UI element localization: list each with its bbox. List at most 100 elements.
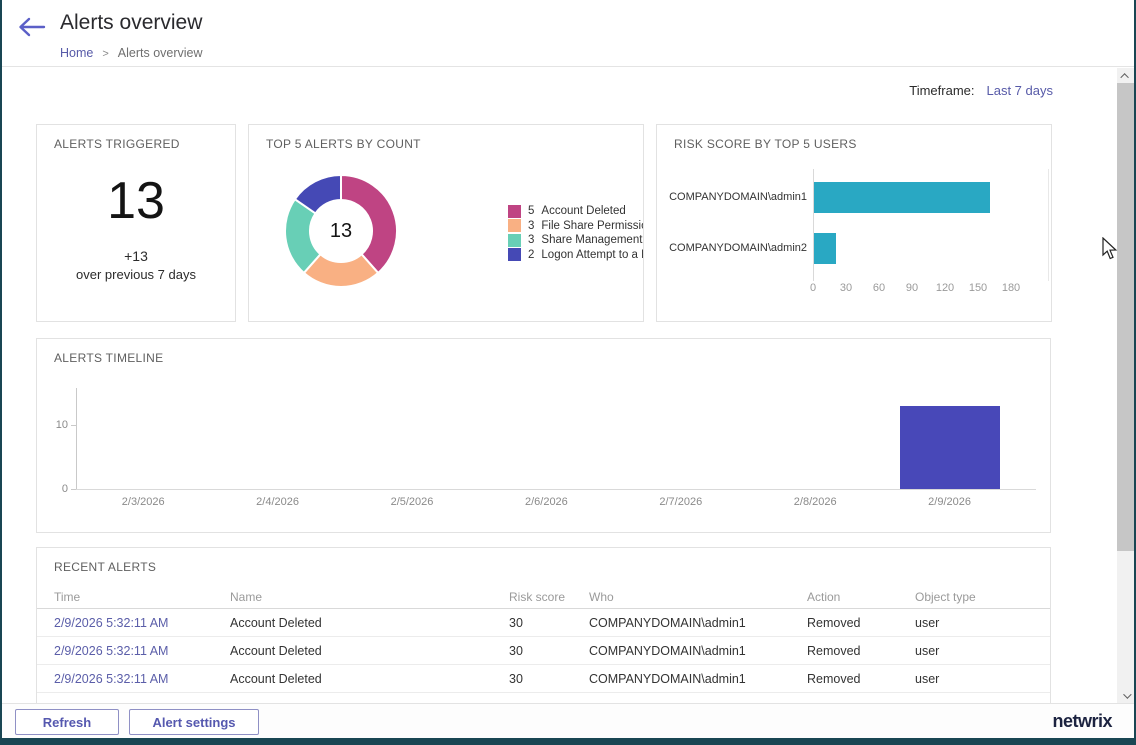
legend-swatch-icon — [508, 205, 521, 218]
legend-swatch-icon — [508, 234, 521, 247]
legend-count: 5 — [528, 205, 534, 217]
alerts-timeline-title: ALERTS TIMELINE — [54, 351, 163, 365]
table-header-cell: Risk score — [509, 590, 589, 604]
table-cell: Removed — [807, 644, 915, 658]
risk-category-label: COMPANYDOMAIN\admin2 — [667, 242, 807, 254]
window-bottom-edge — [0, 738, 1136, 745]
timeline-date-label: 2/9/2026 — [928, 496, 971, 508]
top-alerts-title: TOP 5 ALERTS BY COUNT — [266, 137, 421, 151]
legend-label: Logon Attempt to a Disabled Account — [541, 249, 644, 261]
legend-swatch-icon — [508, 248, 521, 261]
table-cell: COMPANYDOMAIN\admin1 — [589, 616, 807, 630]
table-cell: Account Deleted — [230, 644, 509, 658]
chevron-up-icon — [1120, 73, 1128, 81]
timeline-ytick-label: 10 — [38, 419, 68, 431]
refresh-button[interactable]: Refresh — [15, 709, 119, 735]
vertical-scrollbar[interactable] — [1117, 68, 1134, 703]
chevron-down-icon — [1123, 690, 1131, 698]
table-cell: COMPANYDOMAIN\admin1 — [589, 644, 807, 658]
timeline-date-label: 2/7/2026 — [659, 496, 702, 508]
recent-alerts-table: TimeNameRisk scoreWhoActionObject type2/… — [37, 585, 1050, 693]
table-header-cell: Name — [230, 590, 509, 604]
table-cell: COMPANYDOMAIN\admin1 — [589, 672, 807, 686]
scrollbar-down-arrow[interactable] — [1117, 688, 1134, 703]
risk-bar — [814, 233, 836, 264]
legend-count: 3 — [528, 234, 534, 246]
donut-center-label: 13 — [311, 220, 371, 243]
table-cell: Account Deleted — [230, 616, 509, 630]
risk-chart-boundary — [1048, 169, 1049, 281]
legend-count: 3 — [528, 220, 534, 232]
table-header-cell: Action — [807, 590, 915, 604]
scrollbar-up-arrow[interactable] — [1117, 68, 1134, 83]
legend-label: File Share Permissions Changed — [541, 220, 644, 232]
window-frame-left — [0, 0, 2, 745]
table-cell-time-link[interactable]: 2/9/2026 5:32:11 AM — [54, 616, 230, 630]
risk-axis-tick-label: 150 — [969, 282, 987, 294]
table-cell: user — [915, 672, 1033, 686]
legend-item: 3 Share Management on File Server — [508, 233, 644, 248]
table-cell: 30 — [509, 616, 589, 630]
legend-item: 2 Logon Attempt to a Disabled Account — [508, 248, 644, 263]
timeline-date-label: 2/4/2026 — [256, 496, 299, 508]
alert-settings-button[interactable]: Alert settings — [129, 709, 259, 735]
alerts-triggered-delta: +13 — [37, 248, 235, 264]
risk-axis-tick-label: 90 — [906, 282, 918, 294]
recent-alerts-title: RECENT ALERTS — [54, 560, 156, 574]
scrollbar-thumb[interactable] — [1117, 83, 1134, 551]
risk-axis-tick-label: 0 — [810, 282, 816, 294]
table-row: 2/9/2026 5:32:11 AMAccount Deleted30COMP… — [37, 609, 1050, 637]
table-cell-time-link[interactable]: 2/9/2026 5:32:11 AM — [54, 672, 230, 686]
table-cell: Removed — [807, 672, 915, 686]
timeframe-value-link[interactable]: Last 7 days — [987, 83, 1054, 98]
table-header-cell: Time — [54, 590, 230, 604]
table-header-cell: Object type — [915, 590, 1033, 604]
legend-item: 3 File Share Permissions Changed — [508, 219, 644, 234]
table-cell: Removed — [807, 616, 915, 630]
alerts-triggered-delta-caption: over previous 7 days — [37, 267, 235, 282]
legend-label: Share Management on File Server — [541, 234, 644, 246]
alerts-triggered-card: ALERTS TRIGGERED 13 +13 over previous 7 … — [36, 124, 236, 322]
back-arrow-icon[interactable] — [16, 14, 46, 40]
timeline-bar — [900, 406, 1000, 489]
timeframe: Timeframe: Last 7 days — [909, 83, 1053, 98]
risk-axis-tick-label: 60 — [873, 282, 885, 294]
legend-swatch-icon — [508, 219, 521, 232]
risk-category-label: COMPANYDOMAIN\admin1 — [667, 191, 807, 203]
top-alerts-card: TOP 5 ALERTS BY COUNT 13 5Account Delete… — [248, 124, 644, 322]
timeline-y-axis — [76, 388, 77, 490]
table-cell: user — [915, 616, 1033, 630]
netwrix-logo: netwrix — [1052, 711, 1112, 732]
risk-bar — [814, 182, 990, 213]
breadcrumb-current: Alerts overview — [118, 46, 203, 60]
risk-score-title: RISK SCORE BY TOP 5 USERS — [674, 137, 857, 151]
table-cell-time-link[interactable]: 2/9/2026 5:32:11 AM — [54, 644, 230, 658]
table-row: 2/9/2026 5:32:11 AMAccount Deleted30COMP… — [37, 637, 1050, 665]
timeframe-label: Timeframe: — [909, 83, 974, 98]
risk-score-card: RISK SCORE BY TOP 5 USERS COMPANYDOMAIN\… — [656, 124, 1052, 322]
risk-axis-tick-label: 120 — [936, 282, 954, 294]
timeline-date-label: 2/8/2026 — [794, 496, 837, 508]
recent-alerts-card: RECENT ALERTS TimeNameRisk scoreWhoActio… — [36, 547, 1051, 703]
alerts-triggered-count: 13 — [37, 171, 235, 231]
table-row: 2/9/2026 5:32:11 AMAccount Deleted30COMP… — [37, 665, 1050, 693]
table-cell: 30 — [509, 672, 589, 686]
table-header-row: TimeNameRisk scoreWhoActionObject type — [37, 585, 1050, 609]
table-header-cell: Who — [589, 590, 807, 604]
risk-axis-tick-label: 30 — [840, 282, 852, 294]
header: Alerts overview Home > Alerts overview — [2, 0, 1134, 67]
timeline-ytick-label: 0 — [38, 483, 68, 495]
table-cell: Account Deleted — [230, 672, 509, 686]
timeline-date-label: 2/5/2026 — [391, 496, 434, 508]
timeline-ytick-mark — [71, 425, 76, 426]
breadcrumb-home-link[interactable]: Home — [60, 46, 93, 60]
breadcrumb-separator-icon: > — [102, 48, 108, 60]
footer: Refresh Alert settings netwrix — [2, 703, 1134, 738]
donut-legend: 5Account Deleted3File Share Permissions … — [508, 204, 644, 262]
breadcrumb: Home > Alerts overview — [60, 46, 203, 60]
timeline-date-label: 2/3/2026 — [122, 496, 165, 508]
timeline-date-label: 2/6/2026 — [525, 496, 568, 508]
page-title: Alerts overview — [60, 11, 202, 35]
table-cell: 30 — [509, 644, 589, 658]
legend-count: 2 — [528, 249, 534, 261]
